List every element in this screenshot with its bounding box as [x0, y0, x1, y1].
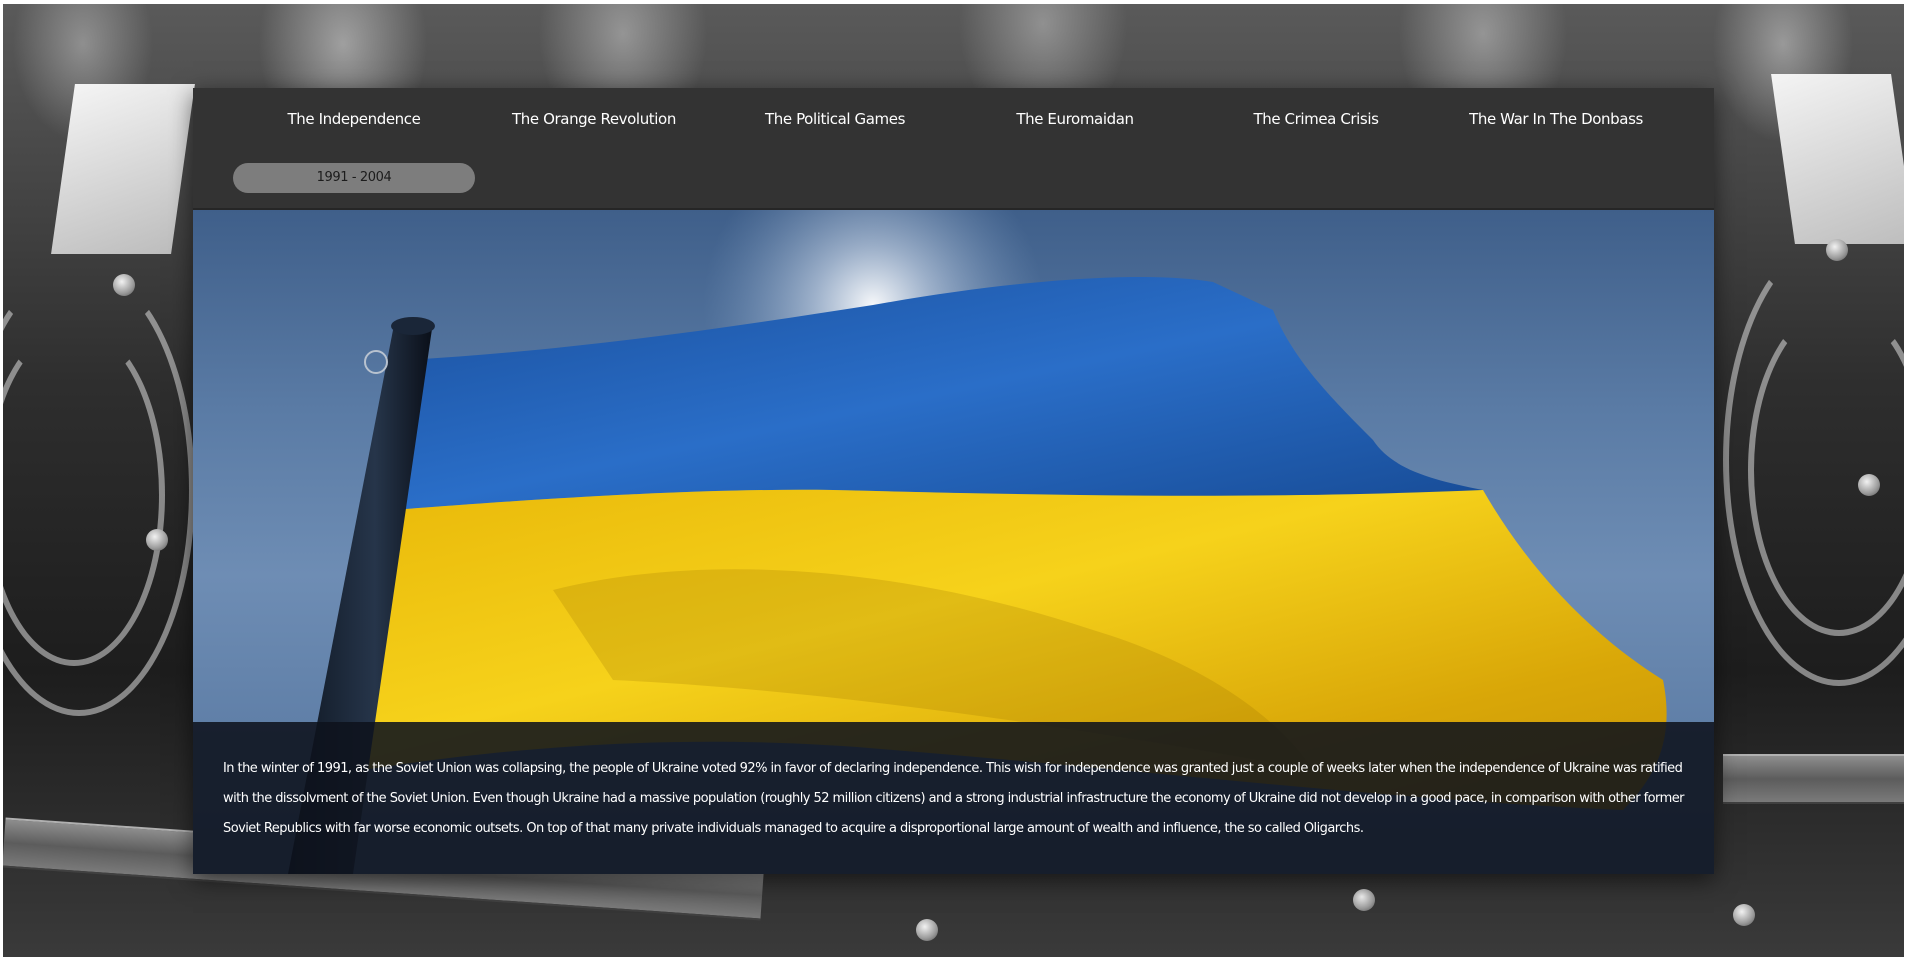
background-photo: The Independence The Orange Revolution T… [3, 4, 1904, 957]
medal-6 [916, 919, 938, 941]
medal-5 [1353, 889, 1375, 911]
top-navigation: The Independence The Orange Revolution T… [193, 88, 1714, 210]
nav-item-orange-revolution[interactable]: The Orange Revolution [474, 110, 714, 128]
date-range-indicator: 1991 - 2004 [233, 163, 475, 193]
nav-item-crimea-crisis[interactable]: The Crimea Crisis [1196, 110, 1436, 128]
article-text: In the winter of 1991, as the Soviet Uni… [193, 722, 1714, 874]
nav-item-war-in-donbass[interactable]: The War In The Donbass [1436, 110, 1676, 128]
medal-1 [113, 274, 135, 296]
shirt-collar-right [1771, 74, 1904, 244]
shirt-collar-left [51, 84, 195, 254]
belt-right [1723, 754, 1904, 804]
flag-blue-band [393, 276, 1483, 510]
flagpole-ring [364, 350, 388, 374]
medal-4 [146, 529, 168, 551]
nav-item-independence[interactable]: The Independence [234, 110, 474, 128]
nav-item-political-games[interactable]: The Political Games [715, 110, 955, 128]
nav-item-euromaidan[interactable]: The Euromaidan [955, 110, 1195, 128]
hero-image: In the winter of 1991, as the Soviet Uni… [193, 210, 1714, 874]
content-card: The Independence The Orange Revolution T… [193, 88, 1714, 874]
flagpole-top [391, 317, 435, 335]
medal-2 [1826, 239, 1848, 261]
medal-7 [1733, 904, 1755, 926]
medal-3 [1858, 474, 1880, 496]
